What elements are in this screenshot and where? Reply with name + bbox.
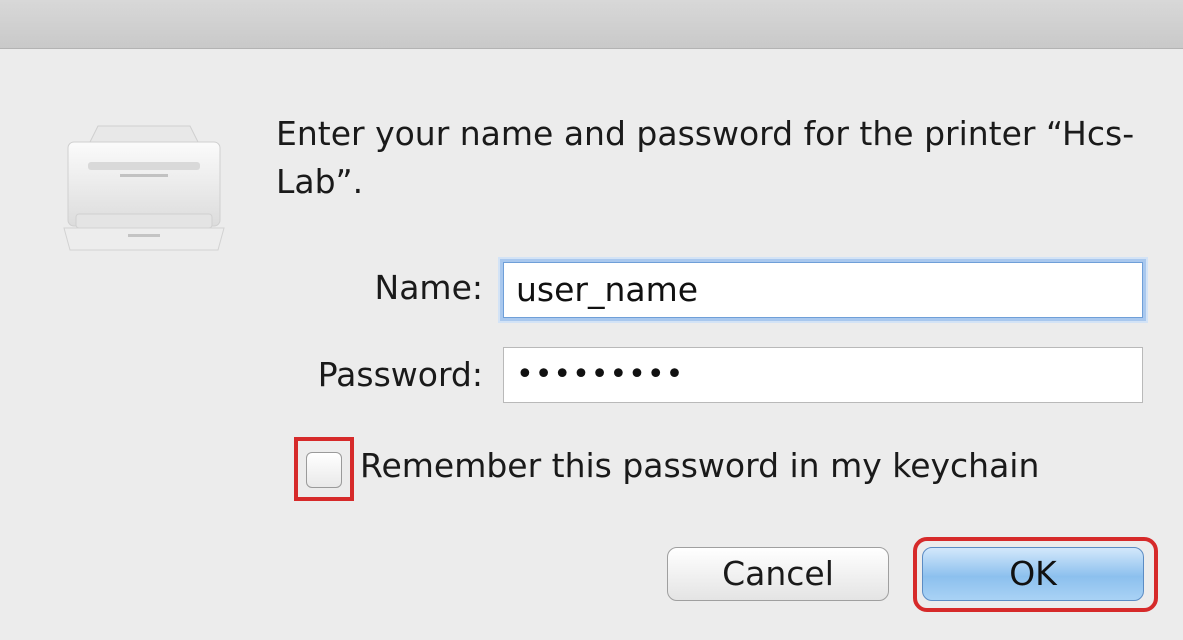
password-field[interactable]: ••••••••• <box>503 347 1143 403</box>
name-label: Name: <box>374 268 483 307</box>
dialog-message: Enter your name and password for the pri… <box>276 114 1135 201</box>
name-field[interactable]: user_name <box>503 262 1143 318</box>
title-bar[interactable] <box>0 0 1183 49</box>
ok-button[interactable]: OK <box>922 547 1144 601</box>
password-label: Password: <box>317 355 483 394</box>
login-dialog: Enter your name and password for the pri… <box>0 0 1183 640</box>
remember-checkbox-label[interactable]: Remember this password in my keychain <box>360 446 1039 485</box>
cancel-button[interactable]: Cancel <box>667 547 889 601</box>
printer-icon <box>58 118 230 258</box>
remember-checkbox[interactable] <box>306 452 342 488</box>
